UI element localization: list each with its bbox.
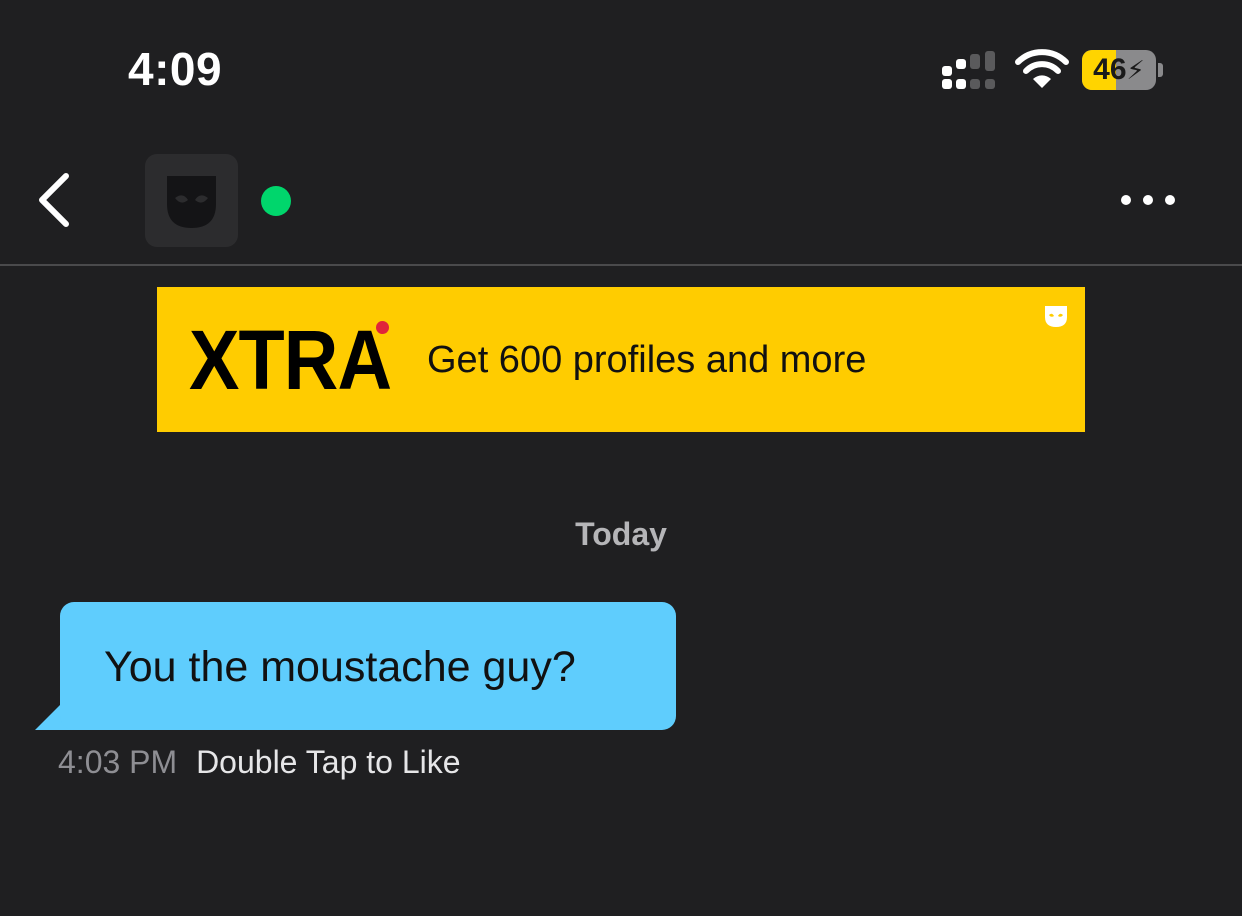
battery-cap xyxy=(1158,63,1163,77)
ellipsis-icon xyxy=(1121,195,1175,205)
back-button[interactable] xyxy=(24,162,88,238)
charging-bolt-icon: ⚡ xyxy=(1126,55,1145,85)
grindr-mask-icon xyxy=(1045,306,1067,327)
battery-level-text: 46 xyxy=(1093,53,1127,86)
signal-icon xyxy=(942,51,995,89)
xtra-banner-text: Get 600 profiles and more xyxy=(427,339,867,381)
chevron-left-icon xyxy=(39,173,69,227)
chat-header xyxy=(0,140,1242,264)
battery-charging-icon: 46⚡ xyxy=(1082,50,1156,90)
header-divider xyxy=(0,264,1242,266)
incoming-message-bubble[interactable]: You the moustache guy? xyxy=(60,602,676,730)
more-options-button[interactable] xyxy=(1110,178,1186,222)
double-tap-to-like-hint[interactable]: Double Tap to Like xyxy=(196,744,460,780)
xtra-upsell-banner[interactable]: XTRA Get 600 profiles and more xyxy=(157,287,1085,432)
avatar[interactable] xyxy=(145,154,238,247)
wifi-icon xyxy=(1015,49,1069,88)
message-meta: 4:03 PM Double Tap to Like xyxy=(58,742,461,782)
grindr-mask-icon xyxy=(167,176,216,228)
date-separator: Today xyxy=(575,516,667,552)
message-text: You the moustache guy? xyxy=(104,643,576,691)
xtra-logo: XTRA xyxy=(189,313,392,407)
xtra-logo-dot xyxy=(376,321,389,334)
status-time: 4:09 xyxy=(128,43,223,95)
message-timestamp: 4:03 PM xyxy=(58,744,178,780)
online-status-dot xyxy=(261,186,291,216)
status-bar: 4:09 46⚡ xyxy=(0,0,1242,140)
